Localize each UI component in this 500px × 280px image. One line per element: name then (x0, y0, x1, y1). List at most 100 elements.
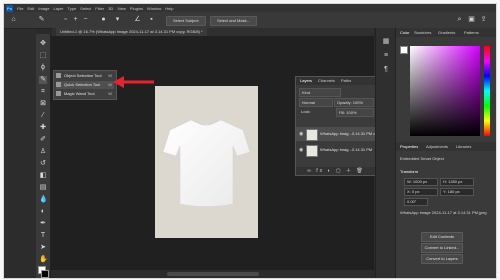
hue-slider[interactable] (484, 46, 490, 136)
workspace-icon[interactable]: ▣ (468, 16, 475, 23)
menu-image[interactable]: Image (38, 6, 49, 11)
share-icon[interactable]: ⇪ (480, 16, 487, 23)
angle-icon[interactable]: ∠ (134, 16, 141, 23)
tab-properties[interactable]: Properties (400, 142, 418, 151)
color-picker-field[interactable] (410, 46, 480, 136)
select-and-mask-button[interactable]: Select and Mask... (210, 16, 257, 26)
tools-panel: ✥ ⬚ ϕ ✎ ⌗ ⊠ ⁄ ✚ ✐ ♙ ↺ ◧ ▤ 💧 ◐ ✒ T ➤ ✋ (36, 34, 51, 278)
tab-channels[interactable]: Channels (318, 77, 335, 85)
healing-brush-icon[interactable]: ✚ (39, 124, 47, 132)
tab-paths[interactable]: Paths (341, 77, 351, 85)
convert-to-linked-button[interactable]: Convert to Linked... (421, 243, 463, 253)
menu-3d[interactable]: 3D (108, 6, 113, 11)
brush-tool-icon[interactable]: ✐ (39, 136, 47, 144)
linked-file-name: WhatsApp Image 2024-11-17 at 3.14.31 PM.… (400, 210, 487, 215)
layer-name: WhatsApp Imag...3.14.31 PM (320, 147, 373, 152)
menu-plugins[interactable]: Plugins (130, 6, 143, 11)
document-tab-bar: Untitled-1 @ 16.7% (WhatsApp Image 2024-… (52, 28, 374, 36)
horizontal-scrollbar[interactable] (51, 270, 374, 278)
quick-selection-icon (56, 82, 61, 88)
properties-panel-tabs: Properties Adjustments Libraries (396, 142, 496, 151)
quick-selection-tool-icon[interactable]: ✎ (39, 76, 47, 84)
width-field[interactable]: W: 1000 px (404, 178, 438, 186)
layer-name: WhatsApp Imag...3.14.31 PM copy (320, 131, 382, 136)
document-canvas[interactable] (155, 86, 258, 238)
clone-stamp-icon[interactable]: ♙ (39, 148, 47, 156)
paragraph-icon[interactable]: ¶ (382, 66, 390, 74)
home-icon[interactable]: ⌂ (10, 16, 17, 23)
dodge-tool-icon[interactable]: ◐ (39, 208, 47, 216)
layer-row[interactable]: ◉ WhatsApp Imag...3.14.31 PM copy (296, 127, 382, 141)
lasso-tool-icon[interactable]: ϕ (39, 64, 47, 72)
quick-selection-tool-icon[interactable]: ✎ (38, 16, 45, 23)
type-tool-icon[interactable]: T (39, 232, 47, 240)
blur-tool-icon[interactable]: 💧 (39, 196, 48, 204)
angle-field[interactable]: 0.00° (404, 198, 428, 206)
background-color-swatch[interactable] (41, 270, 49, 278)
kind-filter[interactable]: Kind (299, 88, 341, 97)
gradient-tool-icon[interactable]: ▤ (39, 184, 47, 192)
select-subject-button[interactable]: Select Subject (166, 16, 206, 26)
object-selection-tool-item[interactable]: Object Selection Tool W (56, 72, 114, 80)
tab-swatches[interactable]: Swatches (414, 28, 431, 37)
fill-field[interactable]: Fill: 100% (336, 108, 374, 117)
new-selection-icon[interactable]: ▫ (62, 16, 69, 23)
eye-icon[interactable]: ◉ (299, 147, 303, 153)
layer-thumbnail (306, 145, 318, 157)
layer-row[interactable]: ◉ WhatsApp Imag...3.14.31 PM (296, 143, 376, 157)
pen-tool-icon[interactable]: ✒ (39, 220, 47, 228)
add-selection-icon[interactable]: + (72, 16, 79, 23)
layers-panel-footer-icons[interactable]: ∞ fx ◐ ▢ ＋ 🗑 (296, 167, 376, 175)
frame-tool-icon[interactable]: ⊠ (39, 100, 47, 108)
menu-edit[interactable]: Edit (27, 6, 34, 11)
collapsed-panels-strip: ▦ ≡ ¶ (375, 28, 396, 278)
layer-thumbnail (306, 129, 318, 141)
height-field[interactable]: H: 1280 px (440, 178, 474, 186)
convert-to-layers-button[interactable]: Convert to Layers (421, 254, 463, 264)
chevron-down-icon[interactable]: ▾ (114, 16, 121, 23)
crop-tool-icon[interactable]: ⌗ (39, 88, 47, 96)
menu-select[interactable]: Select (80, 6, 91, 11)
tab-gradients[interactable]: Gradients (438, 28, 455, 37)
hand-tool-icon[interactable]: ✋ (39, 256, 48, 264)
tab-color[interactable]: Color (400, 28, 410, 37)
blend-mode-select[interactable]: Normal (299, 98, 333, 107)
tab-patterns[interactable]: Patterns (464, 28, 479, 37)
quick-selection-tool-item[interactable]: Quick Selection Tool W (56, 81, 114, 89)
marquee-tool-icon[interactable]: ⬚ (39, 52, 47, 60)
layers-panel-tabs: Layers Channels Paths (296, 77, 376, 85)
menu-view[interactable]: View (117, 6, 126, 11)
eye-icon[interactable]: ◉ (299, 131, 303, 137)
magic-wand-tool-item[interactable]: Magic Wand Tool W (56, 90, 114, 98)
ps-logo: Ps (6, 4, 13, 12)
subtract-selection-icon[interactable]: − (82, 16, 89, 23)
eyedropper-tool-icon[interactable]: ⁄ (39, 112, 47, 120)
history-brush-icon[interactable]: ↺ (39, 160, 47, 168)
opacity-field[interactable]: Opacity: 100% (334, 98, 374, 107)
properties-icon[interactable]: ≡ (382, 52, 390, 60)
tab-adjustments[interactable]: Adjustments (426, 142, 448, 151)
menu-window[interactable]: Window (147, 6, 161, 11)
menu-help[interactable]: Help (165, 6, 173, 11)
scrollbar-thumb[interactable] (167, 272, 259, 276)
menu-layer[interactable]: Layer (53, 6, 63, 11)
edit-contents-button[interactable]: Edit Contents (421, 232, 463, 242)
x-field[interactable]: X: 0 px (404, 188, 438, 196)
menu-type[interactable]: Type (68, 6, 77, 11)
menu-file[interactable]: File (17, 6, 23, 11)
tab-libraries[interactable]: Libraries (456, 142, 471, 151)
search-icon[interactable]: ⌕ (456, 16, 463, 23)
y-field[interactable]: Y: 180 px (440, 188, 474, 196)
move-tool-icon[interactable]: ✥ (39, 40, 47, 48)
eraser-tool-icon[interactable]: ◧ (39, 172, 47, 180)
sample-all-icon[interactable]: ▪ (148, 16, 155, 23)
history-icon[interactable]: ▦ (382, 38, 390, 46)
path-selection-icon[interactable]: ➤ (39, 244, 47, 252)
brush-size-icon[interactable]: ● (100, 16, 107, 23)
document-tab[interactable]: Untitled-1 @ 16.7% (WhatsApp Image 2024-… (56, 28, 207, 36)
right-panels: Color Swatches Gradients Patterns Proper… (395, 28, 496, 278)
foreground-color-chip[interactable] (400, 46, 408, 54)
menu-filter[interactable]: Filter (95, 6, 104, 11)
tab-layers[interactable]: Layers (300, 77, 312, 85)
object-selection-icon (56, 73, 61, 79)
